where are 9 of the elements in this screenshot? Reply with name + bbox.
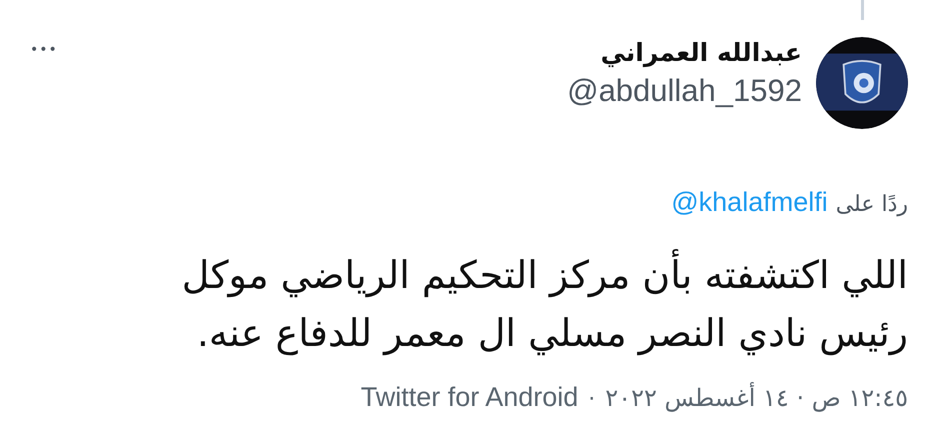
separator-dot: · [588,387,596,412]
source-label: Twitter for Android [360,382,578,413]
reply-label: ردًا على [836,192,908,217]
more-button[interactable]: ••• [30,40,58,60]
author-handle[interactable]: @abdullah_1592 [567,72,802,110]
timestamp: ١٢:٤٥ ص · ١٤ أغسطس ٢٠٢٢ [605,384,908,412]
tweet-text: اللي اكتشفته بأن مركز التحكيم الرياضي موكل رئيس نادي النصر مسلي ال معمر للدفاع عنه. [30,246,908,362]
thread-line [860,0,864,20]
author-name: عبدالله العمراني [600,37,802,70]
